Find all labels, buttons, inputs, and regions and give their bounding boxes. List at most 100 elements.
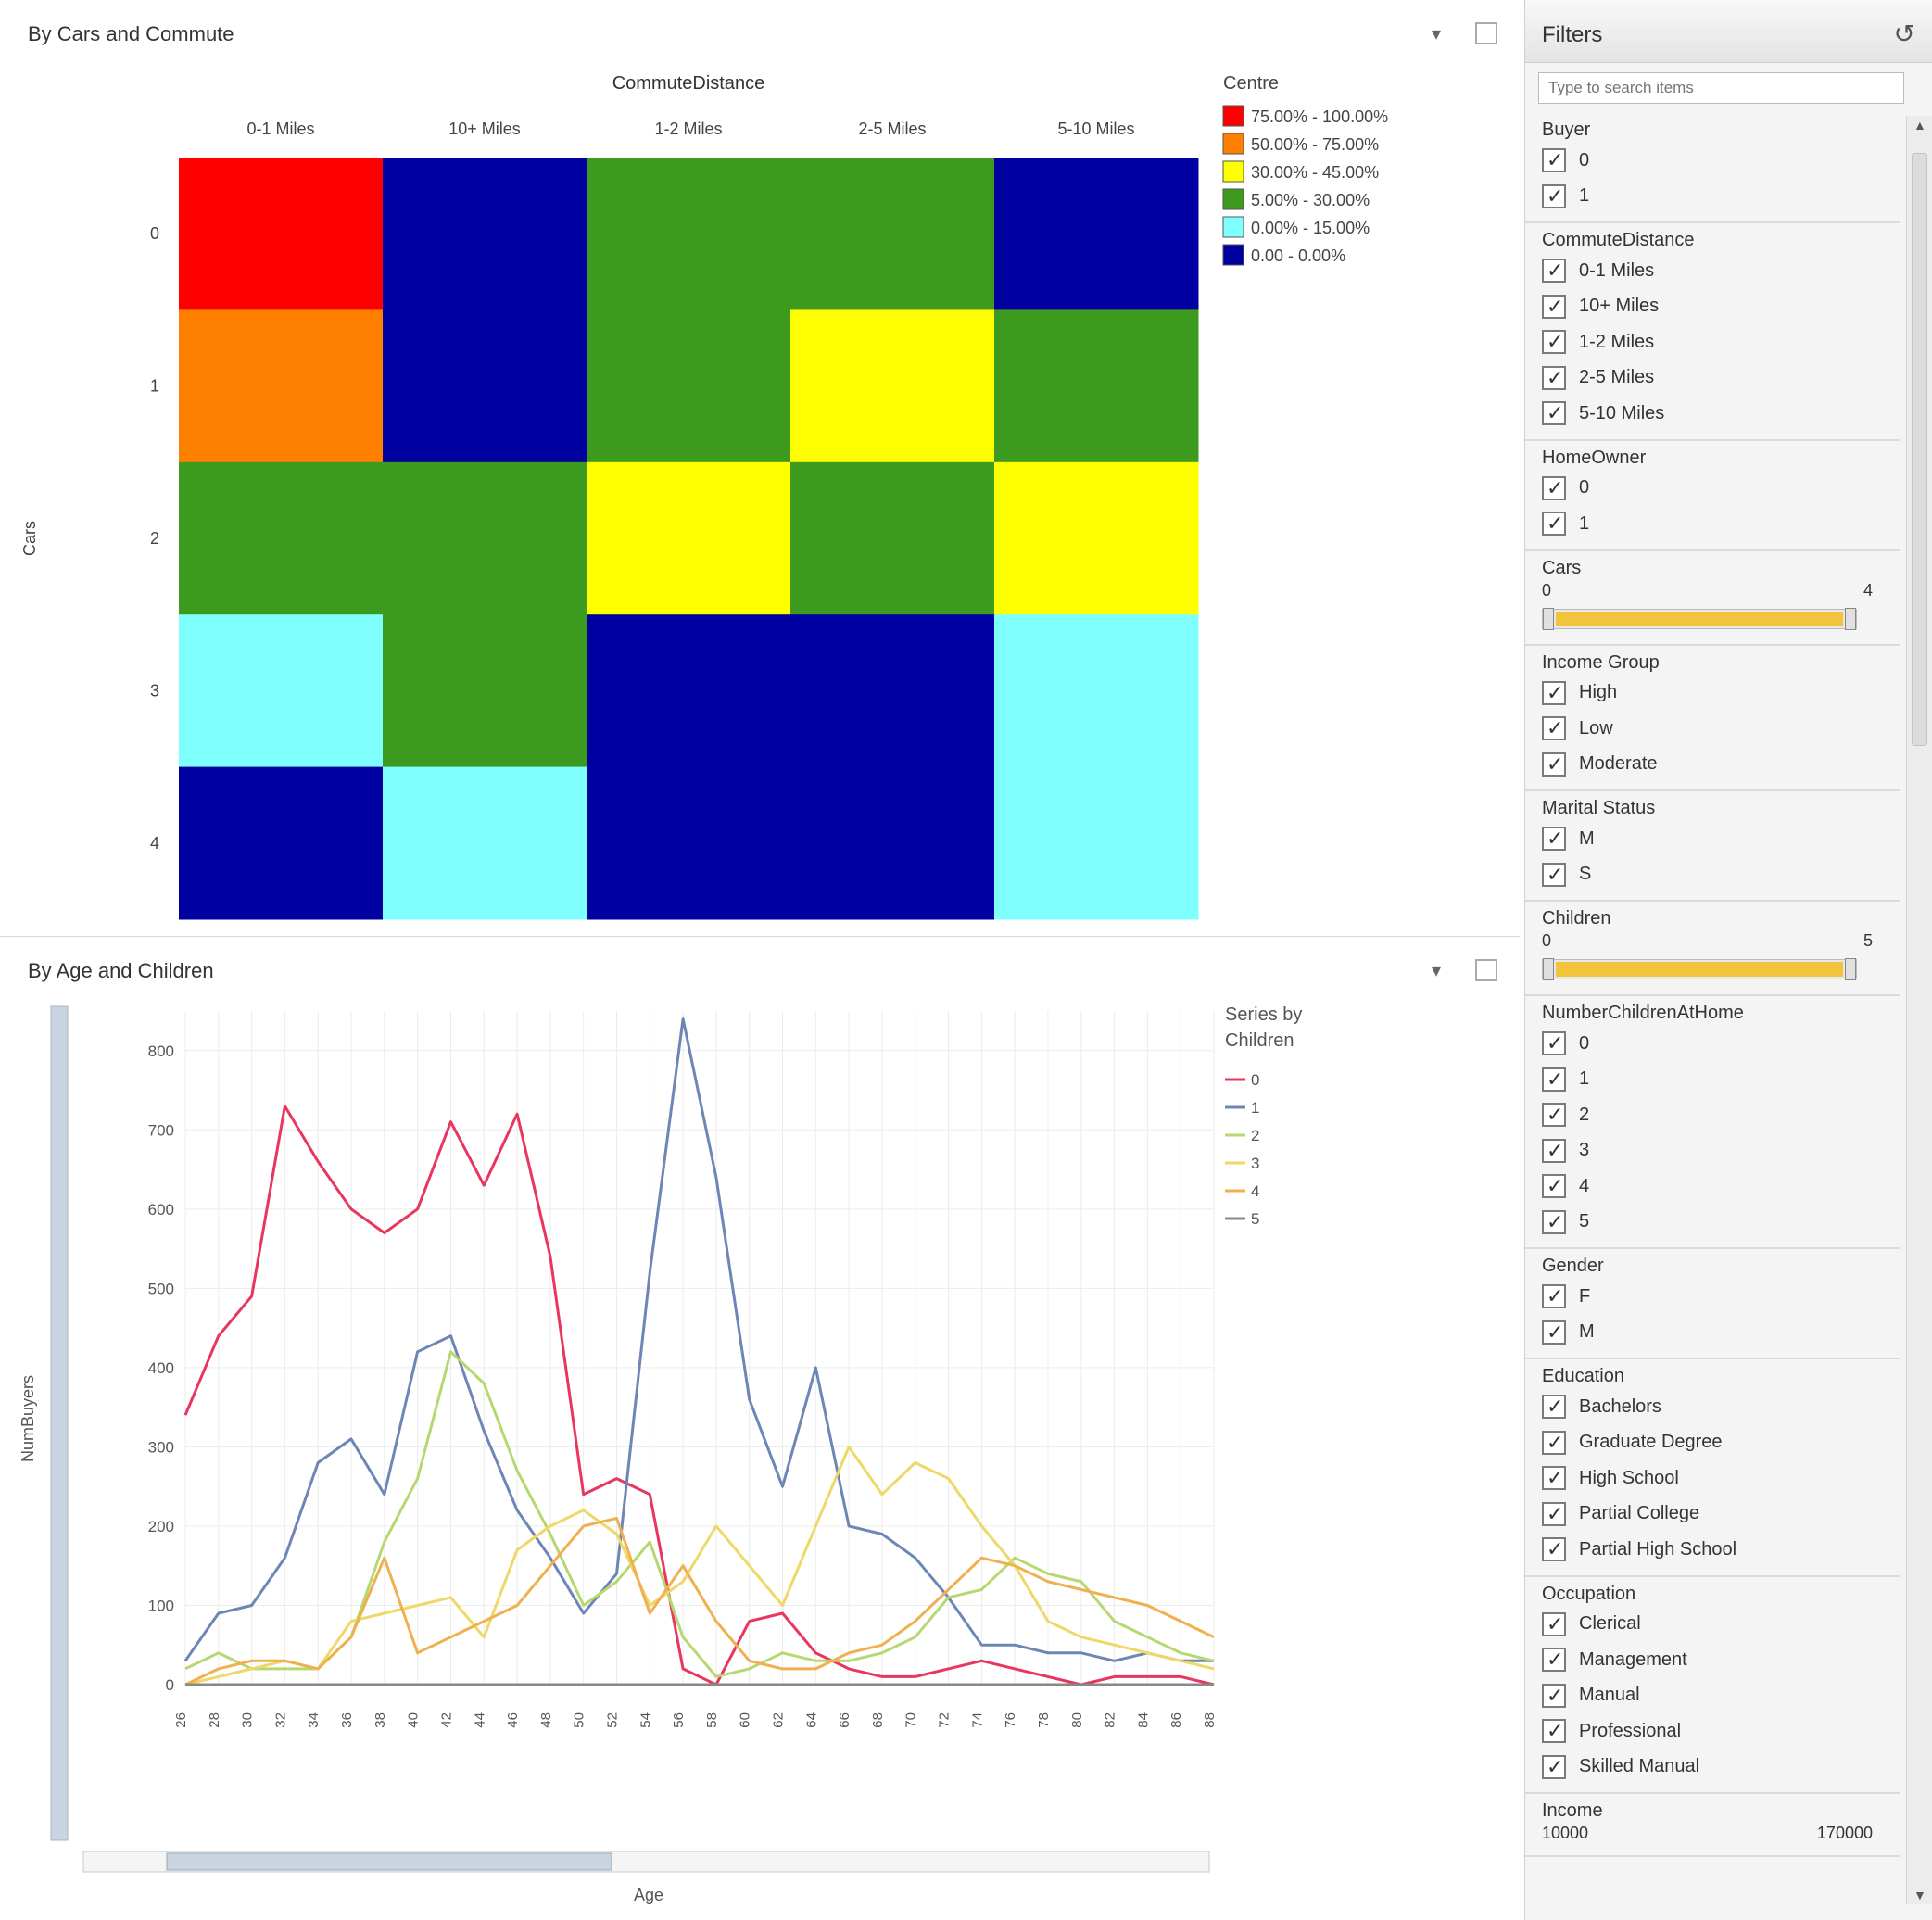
heatmap-cell <box>994 309 1199 463</box>
filter-item[interactable]: High School <box>1542 1460 1900 1497</box>
filter-group: Buyer 0 1 <box>1525 113 1900 223</box>
checkbox-checked-icon[interactable] <box>1542 294 1566 319</box>
checkbox-checked-icon[interactable] <box>1542 330 1566 355</box>
filters-scrollbar[interactable]: ▲ ▼ <box>1906 116 1932 1904</box>
filter-item[interactable]: Manual <box>1542 1678 1900 1714</box>
range-max-label: 170000 <box>1816 1824 1873 1842</box>
filter-item[interactable]: 4 <box>1542 1168 1900 1205</box>
legend-label: 75.00% - 100.00% <box>1251 107 1388 126</box>
filter-item[interactable]: 1 <box>1542 506 1900 542</box>
filter-item[interactable]: F <box>1542 1279 1900 1315</box>
checkbox-checked-icon[interactable] <box>1542 1284 1566 1309</box>
checkbox-checked-icon[interactable] <box>1542 1209 1566 1234</box>
checkbox-checked-icon[interactable] <box>1542 1138 1566 1163</box>
filter-group-title: Cars <box>1542 557 1582 578</box>
x-tick-label: 10+ Miles <box>448 120 521 138</box>
checkbox-checked-icon[interactable] <box>1542 716 1566 741</box>
scrollbar-thumb[interactable] <box>1912 153 1927 746</box>
checkbox-checked-icon[interactable] <box>1542 1466 1566 1491</box>
filter-item[interactable]: High <box>1542 676 1900 712</box>
range-handle-min[interactable] <box>1543 958 1554 980</box>
filter-item[interactable]: 0 <box>1542 471 1900 507</box>
filter-item-label: 1 <box>1579 185 1590 207</box>
checkbox-checked-icon[interactable] <box>1542 1719 1566 1744</box>
range-fill <box>1556 611 1843 626</box>
legend-swatch <box>1222 188 1244 210</box>
checkbox-checked-icon[interactable] <box>1542 1031 1566 1056</box>
heatmap-cell <box>383 614 587 768</box>
filter-item-label: 3 <box>1579 1140 1590 1161</box>
filter-item[interactable]: 0-1 Miles <box>1542 253 1900 289</box>
filter-item[interactable]: 0 <box>1542 1026 1900 1062</box>
filter-item[interactable]: Graduate Degree <box>1542 1425 1900 1461</box>
checkbox-checked-icon[interactable] <box>1542 259 1566 284</box>
filter-item-label: Clerical <box>1579 1613 1641 1635</box>
scroll-up-icon[interactable]: ▲ <box>1913 118 1926 133</box>
filter-item[interactable]: Moderate <box>1542 747 1900 783</box>
filter-item[interactable]: Partial High School <box>1542 1532 1900 1568</box>
checkbox-checked-icon[interactable] <box>1542 752 1566 777</box>
checkbox-checked-icon[interactable] <box>1542 1754 1566 1779</box>
range-handle-min[interactable] <box>1543 607 1554 630</box>
filter-item[interactable]: 10+ Miles <box>1542 289 1900 325</box>
checkbox-checked-icon[interactable] <box>1542 148 1566 173</box>
checkbox-checked-icon[interactable] <box>1542 1683 1566 1708</box>
scroll-down-icon[interactable]: ▼ <box>1913 1888 1926 1902</box>
filter-item-label: Moderate <box>1579 753 1658 775</box>
checkbox-checked-icon[interactable] <box>1542 401 1566 426</box>
range-max-label: 5 <box>1863 931 1873 950</box>
filter-item[interactable]: Skilled Manual <box>1542 1749 1900 1786</box>
range-handle-max[interactable] <box>1845 958 1856 980</box>
checkbox-checked-icon[interactable] <box>1542 1174 1566 1199</box>
filter-item[interactable]: 2 <box>1542 1097 1900 1133</box>
checkbox-checked-icon[interactable] <box>1542 1537 1566 1562</box>
checkbox-checked-icon[interactable] <box>1542 1648 1566 1673</box>
heatmap-cell <box>179 614 384 768</box>
filter-item[interactable]: 2-5 Miles <box>1542 360 1900 397</box>
y-tick-label: 600 <box>148 1201 174 1219</box>
filter-item-label: Partial High School <box>1579 1538 1737 1560</box>
x-tick-label: 34 <box>306 1712 322 1728</box>
range-slider[interactable] <box>1542 607 1857 630</box>
checkbox-checked-icon[interactable] <box>1542 827 1566 852</box>
range-slider[interactable] <box>1542 958 1857 980</box>
filter-item[interactable]: 1 <box>1542 1062 1900 1098</box>
checkbox-checked-icon[interactable] <box>1542 1611 1566 1636</box>
checkbox-checked-icon[interactable] <box>1542 680 1566 705</box>
filter-item[interactable]: S <box>1542 857 1900 893</box>
checkbox-checked-icon[interactable] <box>1542 365 1566 390</box>
filter-item[interactable]: 3 <box>1542 1133 1900 1169</box>
checkbox-checked-icon[interactable] <box>1542 475 1566 500</box>
filter-group-title: Income <box>1542 1800 1603 1821</box>
filter-item[interactable]: 0 <box>1542 143 1900 179</box>
filter-item[interactable]: 5 <box>1542 1205 1900 1241</box>
checkbox-checked-icon[interactable] <box>1542 1320 1566 1345</box>
checkbox-checked-icon[interactable] <box>1542 183 1566 208</box>
reset-filters-icon[interactable]: ↺ <box>1894 19 1915 49</box>
filter-item[interactable]: Clerical <box>1542 1607 1900 1643</box>
heatmap-cell <box>383 309 587 463</box>
filter-search-input[interactable] <box>1538 72 1904 104</box>
filter-item[interactable]: Bachelors <box>1542 1389 1900 1425</box>
checkbox-checked-icon[interactable] <box>1542 862 1566 887</box>
filter-item[interactable]: 1-2 Miles <box>1542 324 1900 360</box>
x-tick-label: 64 <box>803 1712 819 1728</box>
filter-item[interactable]: 5-10 Miles <box>1542 396 1900 432</box>
checkbox-checked-icon[interactable] <box>1542 512 1566 537</box>
checkbox-checked-icon[interactable] <box>1542 1395 1566 1420</box>
checkbox-checked-icon[interactable] <box>1542 1501 1566 1526</box>
filter-item[interactable]: M <box>1542 1315 1900 1351</box>
filter-item[interactable]: M <box>1542 821 1900 857</box>
checkbox-checked-icon[interactable] <box>1542 1103 1566 1128</box>
filter-item[interactable]: Partial College <box>1542 1497 1900 1533</box>
filter-group: CommuteDistance 0-1 Miles 10+ Miles 1-2 Mil… <box>1525 223 1900 441</box>
filter-item[interactable]: 1 <box>1542 179 1900 215</box>
checkbox-checked-icon[interactable] <box>1542 1430 1566 1455</box>
filter-item[interactable]: Professional <box>1542 1713 1900 1749</box>
filter-item[interactable]: Low <box>1542 711 1900 747</box>
heatmap-cell <box>179 309 384 463</box>
range-handle-max[interactable] <box>1845 607 1856 630</box>
filter-item[interactable]: Management <box>1542 1642 1900 1678</box>
checkbox-checked-icon[interactable] <box>1542 1067 1566 1092</box>
line-chart: 010020030040050060070080026 28 30 32 34 36 38 4… <box>19 1004 1302 1904</box>
